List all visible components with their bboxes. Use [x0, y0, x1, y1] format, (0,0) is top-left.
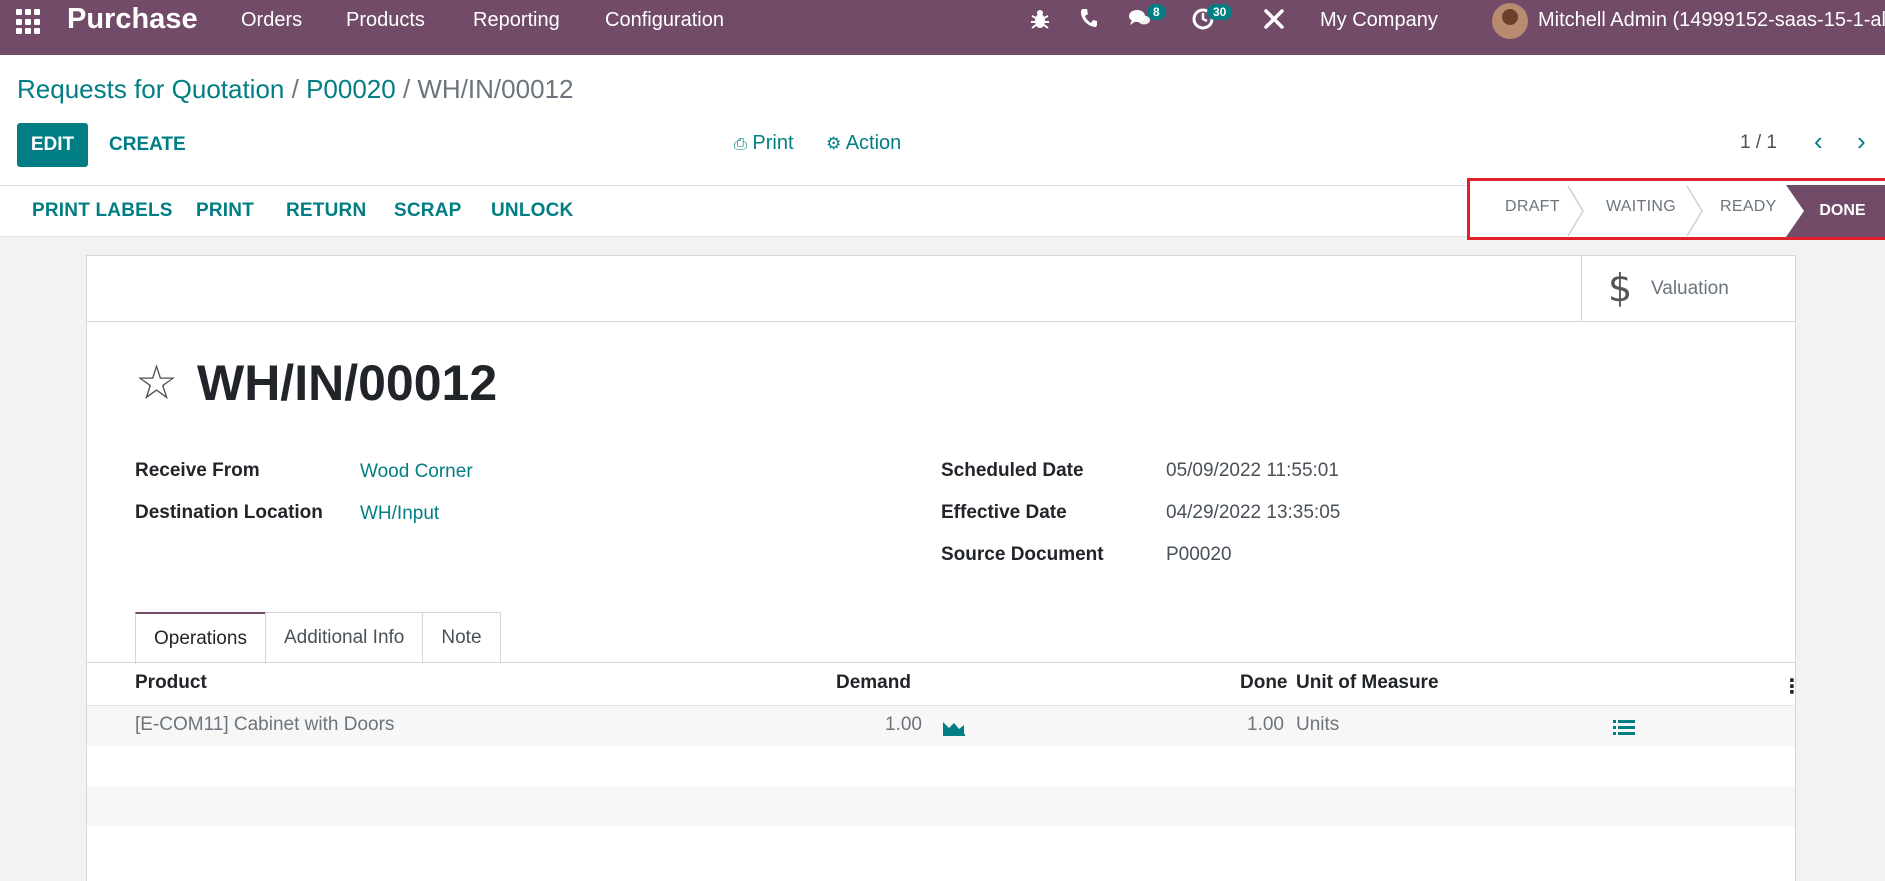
- print-dropdown[interactable]: ⎙ Print: [734, 132, 794, 155]
- menu-products[interactable]: Products: [346, 9, 425, 32]
- record-title: WH/IN/00012: [197, 355, 498, 411]
- tab-note[interactable]: Note: [422, 612, 501, 662]
- breadcrumb-separator: /: [395, 74, 418, 104]
- detailed-operations-icon[interactable]: [1613, 719, 1635, 742]
- pager-value[interactable]: 1 / 1: [1740, 132, 1777, 154]
- form-sheet: $ Valuation ☆ WH/IN/00012 Receive From W…: [86, 255, 1802, 881]
- scheduled-date-label: Scheduled Date: [941, 460, 1084, 481]
- column-product[interactable]: Product: [135, 672, 207, 694]
- tab-additional-info[interactable]: Additional Info: [264, 612, 424, 662]
- receive-from-label: Receive From: [135, 460, 260, 481]
- star-icon[interactable]: ☆: [135, 360, 178, 408]
- forecast-chart-icon[interactable]: [942, 718, 966, 741]
- action-dropdown[interactable]: ⚙ Action: [826, 132, 901, 155]
- breadcrumb-separator: /: [284, 74, 307, 104]
- printer-icon: ⎙: [734, 136, 747, 153]
- breadcrumb: Requests for Quotation / P00020 / WH/IN/…: [17, 74, 573, 105]
- stage-waiting[interactable]: WAITING: [1606, 198, 1676, 216]
- empty-row: [87, 786, 1795, 826]
- menu-orders[interactable]: Orders: [241, 9, 302, 32]
- menu-reporting[interactable]: Reporting: [473, 9, 560, 32]
- user-avatar[interactable]: [1492, 3, 1528, 39]
- print-labels-button[interactable]: PRINT LABELS: [32, 200, 173, 222]
- breadcrumb-po[interactable]: P00020: [306, 74, 396, 104]
- return-button[interactable]: RETURN: [286, 200, 366, 222]
- stage-ready[interactable]: READY: [1720, 198, 1777, 216]
- menu-configuration[interactable]: Configuration: [605, 9, 724, 32]
- top-navbar: Purchase Orders Products Reporting Confi…: [0, 0, 1885, 55]
- edit-button[interactable]: EDIT: [17, 123, 88, 167]
- notebook-tabs: Operations Additional Info Note: [135, 612, 501, 664]
- activities-badge: 30: [1207, 4, 1233, 20]
- source-document-label: Source Document: [941, 544, 1104, 565]
- optional-columns-icon[interactable]: ⋮: [1782, 674, 1802, 699]
- user-menu[interactable]: Mitchell Admin (14999152-saas-15-1-all): [1538, 9, 1885, 32]
- row-demand: 1.00: [885, 714, 922, 735]
- breadcrumb-rfq[interactable]: Requests for Quotation: [17, 74, 284, 104]
- valuation-button[interactable]: $ Valuation: [1581, 256, 1795, 322]
- gear-icon: ⚙: [826, 134, 842, 153]
- stage-separator: [1686, 185, 1703, 237]
- receive-from-value[interactable]: Wood Corner: [360, 461, 473, 483]
- control-panel: Requests for Quotation / P00020 / WH/IN/…: [0, 55, 1885, 185]
- tab-operations[interactable]: Operations: [135, 612, 266, 664]
- chevron-right-icon[interactable]: ›: [1857, 126, 1866, 157]
- dollar-icon: $: [1608, 266, 1633, 310]
- bug-icon[interactable]: [1030, 8, 1050, 36]
- chevron-left-icon[interactable]: ‹: [1814, 126, 1823, 157]
- row-product[interactable]: [E-COM11] Cabinet with Doors: [135, 714, 394, 736]
- scrap-button[interactable]: SCRAP: [394, 200, 462, 222]
- stage-done-arrow: [1786, 185, 1804, 237]
- button-box: $ Valuation: [87, 256, 1795, 322]
- print-button[interactable]: PRINT: [196, 200, 254, 222]
- unlock-button[interactable]: UNLOCK: [491, 200, 573, 222]
- phone-icon[interactable]: [1080, 8, 1098, 34]
- stage-draft[interactable]: DRAFT: [1505, 198, 1560, 216]
- messages-badge: 8: [1147, 4, 1166, 20]
- destination-location-value[interactable]: WH/Input: [360, 503, 439, 525]
- app-name[interactable]: Purchase: [67, 3, 198, 36]
- valuation-label: Valuation: [1651, 278, 1729, 299]
- source-document-value: P00020: [1166, 544, 1232, 565]
- effective-date-label: Effective Date: [941, 502, 1067, 523]
- row-done: 1.00: [1247, 714, 1284, 735]
- column-done[interactable]: Done: [1240, 672, 1288, 694]
- row-uom: Units: [1296, 714, 1340, 735]
- breadcrumb-current: WH/IN/00012: [417, 74, 574, 104]
- company-switcher[interactable]: My Company: [1320, 9, 1438, 32]
- create-button[interactable]: CREATE: [109, 134, 186, 156]
- tools-icon[interactable]: [1263, 8, 1285, 36]
- action-label: Action: [845, 132, 902, 154]
- scheduled-date-value: 05/09/2022 11:55:01: [1166, 460, 1339, 481]
- column-unit-of-measure[interactable]: Unit of Measure: [1296, 672, 1439, 694]
- column-demand[interactable]: Demand: [836, 672, 911, 694]
- tab-divider: [87, 662, 1795, 663]
- destination-location-label: Destination Location: [135, 502, 323, 523]
- stage-separator: [1567, 185, 1584, 237]
- print-label: Print: [752, 132, 794, 154]
- effective-date-value: 04/29/2022 13:35:05: [1166, 502, 1341, 523]
- apps-grid-icon[interactable]: [16, 9, 42, 35]
